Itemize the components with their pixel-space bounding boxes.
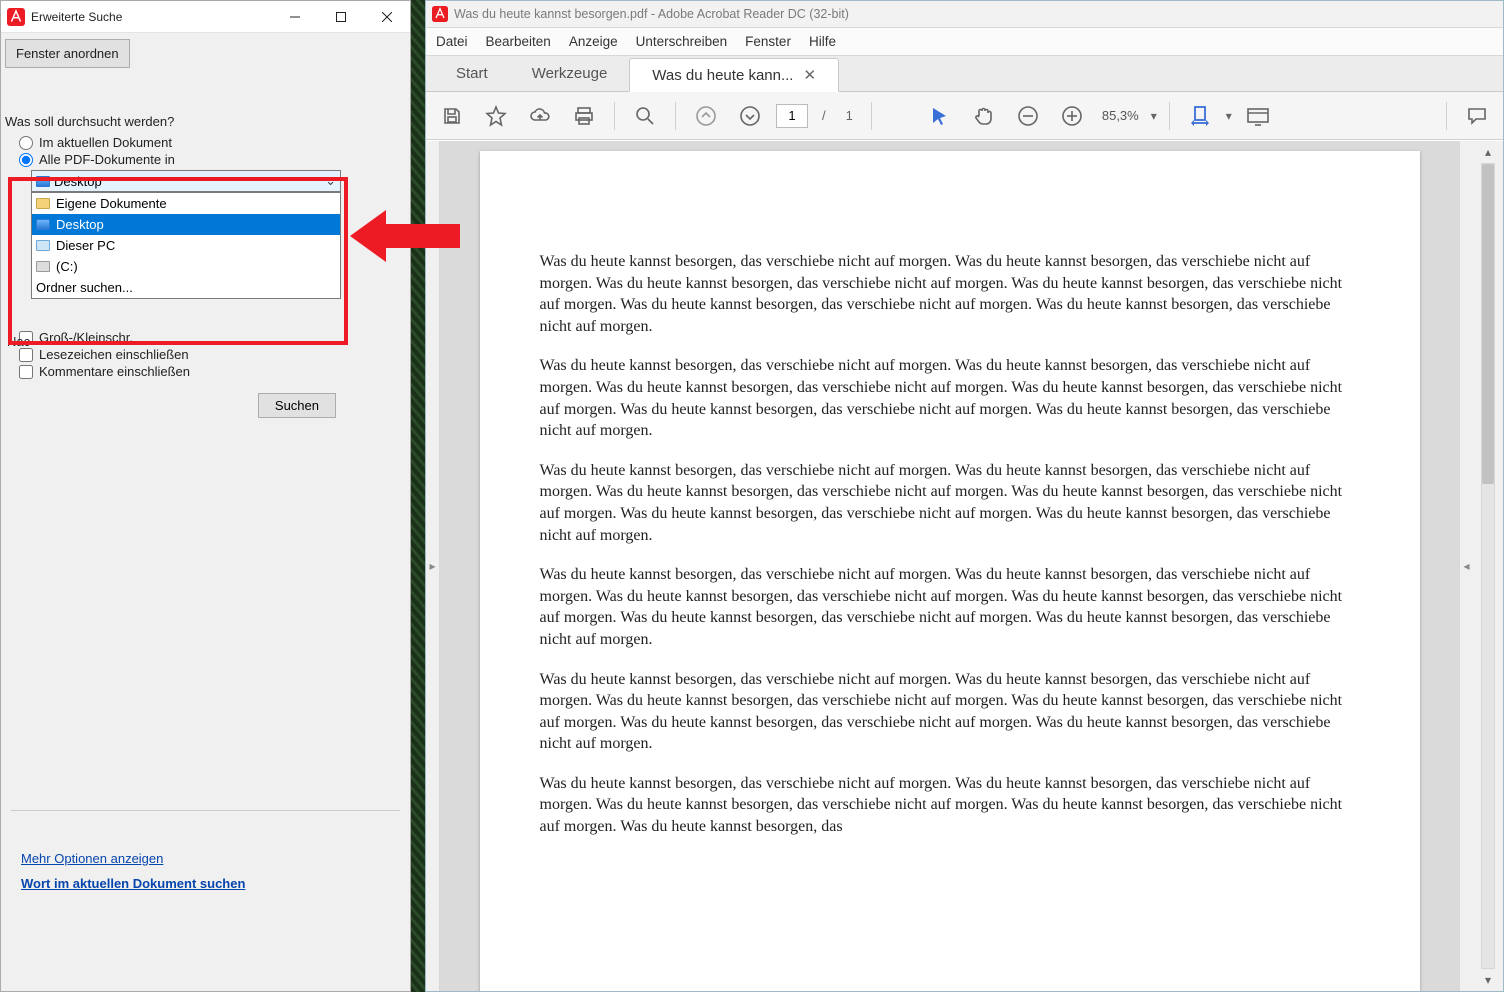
fit-chevron-icon[interactable]: ▾	[1226, 109, 1232, 123]
tab-tools[interactable]: Werkzeuge	[510, 55, 630, 91]
drive-icon	[36, 261, 50, 272]
toolbar: / 1 85,3% ▾ ▾	[426, 92, 1503, 140]
folder-icon	[36, 198, 50, 209]
link-find-in-document[interactable]: Wort im aktuellen Dokument suchen	[21, 876, 245, 891]
menubar: Datei Bearbeiten Anzeige Unterschreiben …	[426, 28, 1503, 56]
tab-document-label: Was du heute kann...	[652, 67, 793, 84]
menu-help[interactable]: Hilfe	[809, 34, 836, 49]
checkbox-label: Groß-/Kleinschr.	[39, 330, 133, 345]
close-button[interactable]	[364, 1, 410, 33]
left-panel-toggle[interactable]: ▸	[426, 141, 440, 991]
acrobat-icon	[432, 6, 448, 22]
page-down-icon[interactable]	[732, 98, 768, 134]
desktop-icon	[36, 176, 50, 187]
combo-item-browse[interactable]: Ordner suchen...	[32, 277, 340, 298]
radio-all-label: Alle PDF-Dokumente in	[39, 152, 175, 167]
combo-item-label: Desktop	[56, 217, 104, 232]
checkbox-comments[interactable]: Kommentare einschließen	[19, 364, 406, 379]
combobox-dropdown: Eigene Dokumente Desktop Dieser PC (C:) …	[31, 192, 341, 299]
combo-item-documents[interactable]: Eigene Dokumente	[32, 193, 340, 214]
page-up-icon[interactable]	[688, 98, 724, 134]
acrobat-titlebar: Was du heute kannst besorgen.pdf - Adobe…	[426, 1, 1503, 28]
find-icon[interactable]	[627, 98, 663, 134]
read-mode-icon[interactable]	[1240, 98, 1276, 134]
combobox-value: Desktop	[54, 174, 102, 189]
combo-item-drive-c[interactable]: (C:)	[32, 256, 340, 277]
vertical-scrollbar[interactable]: ▴ ▾	[1473, 141, 1503, 991]
chevron-down-icon: ⌄	[325, 173, 336, 189]
paragraph: Was du heute kannst besorgen, das versch…	[540, 669, 1360, 755]
search-titlebar: Erweiterte Suche	[1, 1, 410, 33]
select-tool-icon[interactable]	[922, 98, 958, 134]
search-scope-label: Was soll durchsucht werden?	[5, 114, 406, 129]
combo-item-label: Dieser PC	[56, 238, 115, 253]
menu-edit[interactable]: Bearbeiten	[486, 34, 551, 49]
checkbox-bookmarks[interactable]: Lesezeichen einschließen	[19, 347, 406, 362]
scroll-down-icon[interactable]: ▾	[1473, 969, 1503, 991]
radio-current-document[interactable]: Im aktuellen Dokument	[19, 135, 406, 150]
fit-width-icon[interactable]	[1182, 98, 1218, 134]
zoom-in-icon[interactable]	[1054, 98, 1090, 134]
desktop-icon	[36, 219, 50, 230]
search-window: Erweiterte Suche Fenster anordnen Was so…	[0, 0, 411, 992]
combo-item-label: (C:)	[56, 259, 78, 274]
print-icon[interactable]	[566, 98, 602, 134]
combo-item-desktop[interactable]: Desktop	[32, 214, 340, 235]
minimize-button[interactable]	[272, 1, 318, 33]
scroll-up-icon[interactable]: ▴	[1473, 141, 1503, 163]
menu-file[interactable]: Datei	[436, 34, 468, 49]
scroll-track[interactable]	[1481, 163, 1495, 969]
page-number-input[interactable]	[776, 104, 808, 128]
location-combobox[interactable]: Desktop ⌄ Eigene Dokumente Desktop Diese…	[31, 170, 341, 192]
document-viewport[interactable]: Was du heute kannst besorgen, das versch…	[440, 141, 1459, 991]
right-panel-toggle[interactable]: ◂	[1459, 141, 1473, 991]
zoom-value[interactable]: 85,3%	[1102, 108, 1139, 123]
arrange-windows-button[interactable]: Fenster anordnen	[5, 39, 130, 68]
maximize-button[interactable]	[318, 1, 364, 33]
paragraph: Was du heute kannst besorgen, das versch…	[540, 251, 1360, 337]
search-button[interactable]: Suchen	[258, 393, 336, 418]
menu-view[interactable]: Anzeige	[569, 34, 618, 49]
zoom-out-icon[interactable]	[1010, 98, 1046, 134]
search-title: Erweiterte Suche	[31, 10, 122, 24]
combo-item-label: Eigene Dokumente	[56, 196, 167, 211]
scroll-thumb[interactable]	[1482, 164, 1494, 484]
acrobat-title: Was du heute kannst besorgen.pdf - Adobe…	[454, 7, 849, 21]
menu-sign[interactable]: Unterschreiben	[636, 34, 728, 49]
hand-tool-icon[interactable]	[966, 98, 1002, 134]
divider	[11, 810, 400, 811]
radio-all-pdfs[interactable]: Alle PDF-Dokumente in	[19, 152, 406, 167]
zoom-chevron-icon[interactable]: ▾	[1151, 109, 1157, 123]
combobox-display[interactable]: Desktop ⌄	[31, 170, 341, 192]
tabbar: Start Werkzeuge Was du heute kann... ✕	[426, 56, 1503, 92]
page-total: 1	[846, 108, 853, 123]
pdf-page: Was du heute kannst besorgen, das versch…	[480, 151, 1420, 991]
tab-start[interactable]: Start	[434, 55, 510, 91]
checkbox-label: Kommentare einschließen	[39, 364, 190, 379]
save-icon[interactable]	[434, 98, 470, 134]
tab-close-icon[interactable]: ✕	[803, 66, 816, 84]
comment-icon[interactable]	[1459, 98, 1495, 134]
combo-item-label: Ordner suchen...	[36, 280, 133, 295]
pc-icon	[36, 240, 50, 251]
cloud-upload-icon[interactable]	[522, 98, 558, 134]
tab-document[interactable]: Was du heute kann... ✕	[629, 58, 839, 92]
checkbox-case-sensitive[interactable]: Groß-/Kleinschr.	[19, 330, 406, 345]
acrobat-window: Was du heute kannst besorgen.pdf - Adobe…	[425, 0, 1504, 992]
paragraph: Was du heute kannst besorgen, das versch…	[540, 564, 1360, 650]
menu-window[interactable]: Fenster	[745, 34, 791, 49]
page-separator: /	[822, 108, 826, 123]
radio-current-label: Im aktuellen Dokument	[39, 135, 172, 150]
paragraph: Was du heute kannst besorgen, das versch…	[540, 460, 1360, 546]
link-more-options[interactable]: Mehr Optionen anzeigen	[21, 851, 245, 866]
paragraph: Was du heute kannst besorgen, das versch…	[540, 355, 1360, 441]
combo-item-this-pc[interactable]: Dieser PC	[32, 235, 340, 256]
acrobat-icon	[7, 8, 25, 26]
star-icon[interactable]	[478, 98, 514, 134]
hidden-label-fragment: Nac	[7, 334, 30, 349]
paragraph: Was du heute kannst besorgen, das versch…	[540, 773, 1360, 838]
checkbox-label: Lesezeichen einschließen	[39, 347, 189, 362]
